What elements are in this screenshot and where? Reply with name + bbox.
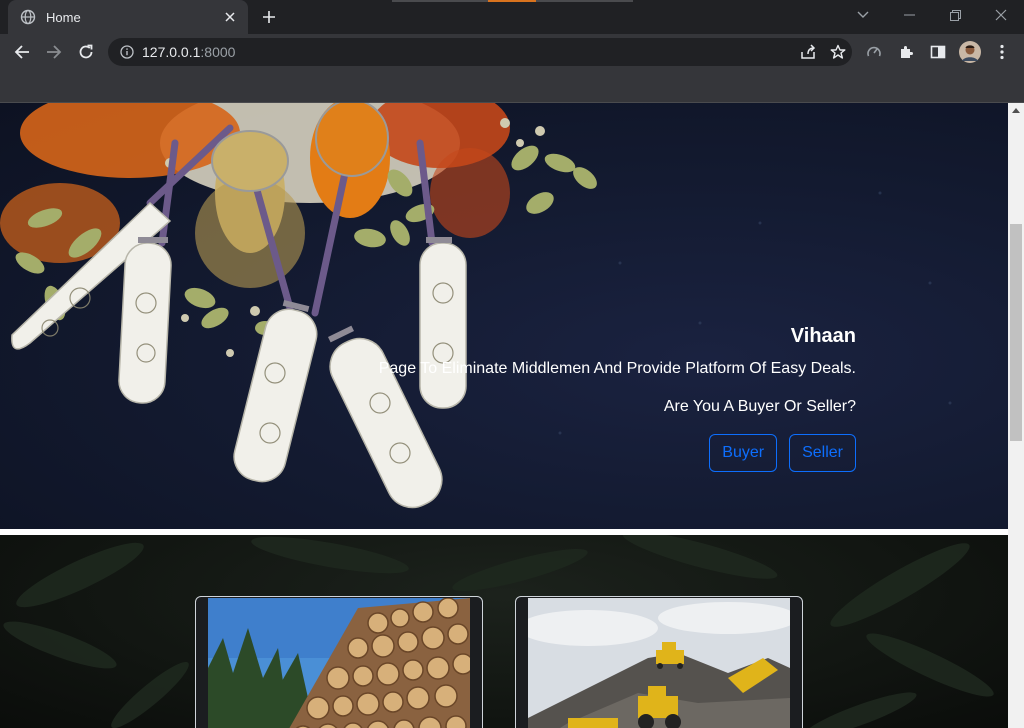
- back-arrow-icon[interactable]: [8, 38, 36, 66]
- bookmark-bar: [0, 70, 1024, 103]
- timber-logs-image: [208, 598, 470, 728]
- site-info-icon[interactable]: [120, 45, 134, 59]
- browser-tab[interactable]: Home: [8, 0, 248, 34]
- tab-search-icon[interactable]: [852, 4, 874, 26]
- tab-strip: Home: [0, 0, 1024, 34]
- share-icon[interactable]: [800, 44, 816, 60]
- hero-title: Vihaan: [790, 325, 856, 347]
- menu-kebab-icon[interactable]: [988, 38, 1016, 66]
- seller-button[interactable]: Seller: [789, 434, 856, 472]
- page-viewport: Vihaan Page To Eliminate Middlemen And P…: [0, 103, 1008, 728]
- performance-icon[interactable]: [860, 38, 888, 66]
- profile-avatar[interactable]: [956, 38, 984, 66]
- restore-icon[interactable]: [932, 0, 978, 30]
- close-window-icon[interactable]: [978, 0, 1024, 30]
- hero-section: Vihaan Page To Eliminate Middlemen And P…: [0, 103, 1008, 529]
- forward-arrow-icon[interactable]: [40, 38, 68, 66]
- buyer-button[interactable]: Buyer: [709, 434, 778, 472]
- scroll-up-arrow-icon[interactable]: [1012, 108, 1020, 113]
- hero-question: Are You A Buyer Or Seller?: [663, 398, 856, 415]
- construction-loader-image: [528, 598, 790, 728]
- new-tab-button[interactable]: [258, 6, 280, 28]
- extensions-icon[interactable]: [892, 38, 920, 66]
- tab-strip-accent: [392, 0, 633, 2]
- fern-background-image: [3, 535, 994, 728]
- category-card[interactable]: [515, 596, 803, 728]
- category-card[interactable]: [195, 596, 483, 728]
- url-text: 127.0.0.1:8000: [142, 44, 236, 60]
- role-buttons: Buyer Seller: [379, 434, 856, 472]
- page-scrollbar[interactable]: [1008, 103, 1024, 728]
- close-tab-icon[interactable]: [222, 9, 238, 25]
- tab-title: Home: [46, 9, 81, 25]
- hero-subtitle: Page To Eliminate Middlemen And Provide …: [378, 360, 856, 377]
- browser-toolbar: 127.0.0.1:8000: [0, 34, 1024, 70]
- globe-icon: [20, 9, 36, 25]
- minimize-icon[interactable]: [886, 0, 932, 30]
- bookmark-star-icon[interactable]: [830, 44, 846, 60]
- reload-icon[interactable]: [72, 38, 100, 66]
- address-bar[interactable]: 127.0.0.1:8000: [108, 38, 852, 66]
- window-controls: [886, 0, 1024, 30]
- hero-text-block: Vihaan Page To Eliminate Middlemen And P…: [379, 325, 856, 472]
- scrollbar-thumb[interactable]: [1010, 224, 1022, 441]
- categories-section: [0, 535, 1008, 728]
- side-panel-icon[interactable]: [924, 38, 952, 66]
